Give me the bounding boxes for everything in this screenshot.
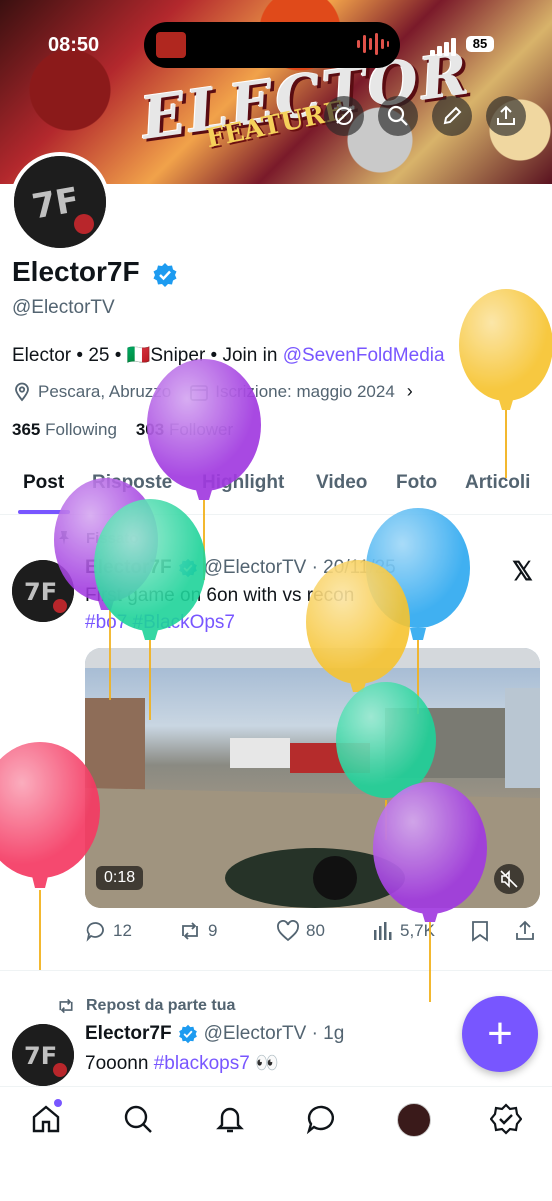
tab-video[interactable]: Video <box>316 472 367 494</box>
muted-speaker-icon <box>500 870 518 888</box>
post-handle-date: @ElectorTV · 1g <box>203 1023 345 1044</box>
repost-indicator: Repost da parte tua <box>56 997 235 1015</box>
avatar-logo-icon: 7F <box>12 1024 74 1086</box>
repost-count: 9 <box>208 921 218 940</box>
video-duration: 0:18 <box>96 866 144 890</box>
like-count: 80 <box>306 921 325 940</box>
repost-button[interactable]: 9 <box>178 920 217 942</box>
profile-meta: Pescara, Abruzzo Iscrizione: maggio 2024… <box>12 381 413 402</box>
search-button[interactable] <box>378 96 418 136</box>
heart-icon <box>277 920 299 942</box>
post-avatar[interactable]: 7F <box>12 1024 74 1086</box>
views-count: 5,7K <box>400 921 435 940</box>
reply-count: 12 <box>113 921 132 940</box>
share-icon[interactable] <box>514 920 536 942</box>
post-avatar[interactable]: 7F <box>12 560 74 622</box>
search-icon <box>387 105 408 126</box>
profile-avatar[interactable] <box>397 1103 431 1137</box>
reply-button[interactable]: 12 <box>85 920 132 942</box>
post-hashtag[interactable]: #blackops7 <box>154 1053 250 1074</box>
video-frame <box>85 648 540 908</box>
post-hashtags[interactable]: #bo7 #BlackOps7 <box>85 612 235 634</box>
post-emoji: 👀 <box>255 1053 279 1074</box>
post-header: Elector7F @ElectorTV · 1g <box>85 1023 344 1045</box>
home-icon[interactable] <box>30 1103 62 1135</box>
grok-button[interactable] <box>324 96 364 136</box>
svg-text:7F: 7F <box>24 1042 57 1070</box>
verified-badge-icon <box>178 558 197 578</box>
active-tab-indicator <box>18 510 70 514</box>
followers-label: Follower <box>168 420 234 439</box>
chevron-right-icon[interactable]: › <box>407 381 413 402</box>
profile-bio: Elector • 25 • 🇮🇹Sniper • Join in @Seven… <box>12 343 445 367</box>
followers-link[interactable]: 303 Follower <box>136 420 233 439</box>
pencil-icon <box>443 106 462 125</box>
verified-badge-icon[interactable] <box>152 262 178 288</box>
post-divider <box>0 970 552 971</box>
following-link[interactable]: 365 Following <box>12 420 117 439</box>
bookmark-icon[interactable] <box>470 920 490 942</box>
profile-location: Pescara, Abruzzo <box>38 381 172 401</box>
reply-icon <box>86 922 104 942</box>
edit-profile-button[interactable] <box>432 96 472 136</box>
now-playing-artwork <box>156 32 186 58</box>
audio-wave-icon <box>357 33 389 55</box>
profile-name: Elector7F <box>12 256 140 287</box>
profile-avatar[interactable]: 7F <box>10 152 110 252</box>
follow-stats: 365 Following 303 Follower <box>12 420 233 440</box>
calendar-icon <box>190 384 209 401</box>
post-text: First game on 6on with vs recon <box>85 585 355 606</box>
tab-post[interactable]: Post <box>23 472 64 494</box>
tab-replies[interactable]: Risposte <box>92 472 172 494</box>
followers-count: 303 <box>135 420 165 439</box>
signal-icon <box>430 38 456 56</box>
profile-join-date: Iscrizione: maggio 2024 <box>215 381 395 401</box>
repost-icon <box>59 998 73 1014</box>
pin-icon <box>59 531 69 545</box>
following-count: 365 <box>12 420 41 439</box>
grok-icon[interactable] <box>490 1103 522 1135</box>
post-header: Elector7F @ElectorTV · 20/11/25 <box>85 557 396 579</box>
post-text-body: 7ooonn <box>85 1053 154 1074</box>
verified-badge-icon <box>178 1024 197 1044</box>
post-text: 7ooonn #blackops7 👀 <box>85 1051 279 1075</box>
post-video[interactable] <box>85 648 540 908</box>
post-author-name[interactable]: Elector7F <box>85 557 172 579</box>
bottom-navigation <box>0 1086 552 1201</box>
svg-text:7F: 7F <box>24 578 57 606</box>
home-notification-dot <box>54 1099 62 1107</box>
search-icon[interactable] <box>122 1103 154 1135</box>
like-button[interactable]: 80 <box>276 920 325 942</box>
compose-post-button[interactable]: + <box>462 996 538 1072</box>
messages-icon[interactable] <box>306 1103 338 1135</box>
post-author-name[interactable]: Elector7F <box>85 1023 172 1045</box>
views-chart-icon <box>374 922 392 940</box>
profile-handle: @ElectorTV <box>12 297 115 318</box>
tab-highlight[interactable]: Highlight <box>202 472 284 494</box>
battery-indicator: 85 <box>466 36 494 52</box>
bell-icon[interactable] <box>214 1103 246 1135</box>
x-logo-icon[interactable]: 𝕏 <box>512 556 533 587</box>
balloon-yellow-1 <box>459 289 552 478</box>
avatar-logo-icon: 7F <box>14 156 106 248</box>
status-time: 08:50 <box>48 34 100 56</box>
post-handle-date: @ElectorTV · 20/11/25 <box>203 557 396 578</box>
pinned-label: Fissato <box>86 530 139 547</box>
svg-text:7F: 7F <box>29 180 82 228</box>
tab-articles[interactable]: Articoli <box>465 472 530 494</box>
share-icon <box>497 105 515 125</box>
profile-tabs: Post Risposte Highlight Video Foto Artic… <box>0 466 552 515</box>
location-pin-icon <box>15 382 29 401</box>
avatar-logo-icon: 7F <box>12 560 74 622</box>
repost-label: Repost da parte tua <box>86 997 236 1014</box>
repost-icon <box>182 922 198 940</box>
following-label: Following <box>45 420 117 439</box>
share-button[interactable] <box>486 96 526 136</box>
views-button[interactable]: 5,7K <box>372 920 435 942</box>
grok-icon <box>335 107 353 125</box>
bio-text: Elector • 25 • 🇮🇹Sniper • Join in <box>12 345 283 366</box>
mute-button[interactable] <box>494 864 524 894</box>
bio-mention-link[interactable]: @SevenFoldMedia <box>283 345 445 366</box>
tab-photos[interactable]: Foto <box>396 472 437 494</box>
